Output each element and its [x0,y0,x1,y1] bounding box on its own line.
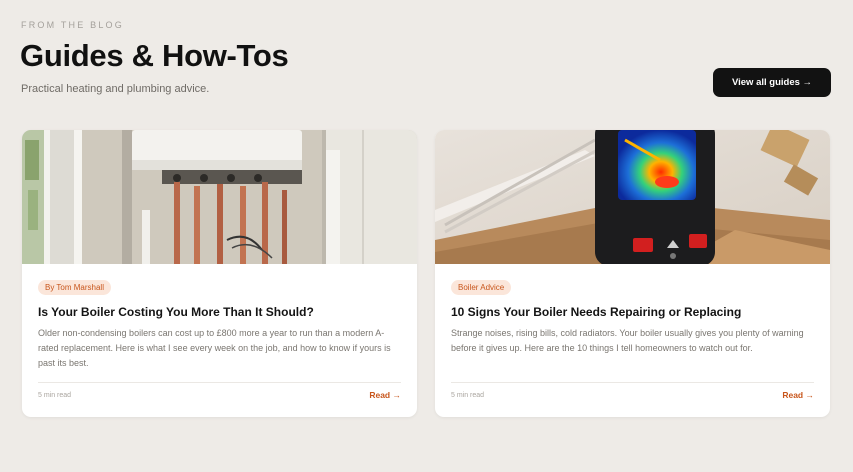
read-time: 5 min read [451,392,485,399]
boiler-installation-photo[interactable] [22,130,417,264]
read-time: 5 min read [38,392,72,399]
card-divider [451,382,814,383]
section-subtitle: Practical heating and plumbing advice. [21,83,210,95]
card-divider [38,382,401,383]
article-title[interactable]: Is Your Boiler Costing You More Than It … [38,305,403,319]
section-eyebrow: FROM THE BLOG [21,20,124,30]
article-title[interactable]: 10 Signs Your Boiler Needs Repairing or … [451,305,816,319]
thermal-camera-photo[interactable] [435,130,830,264]
article-card[interactable]: Boiler Advice 10 Signs Your Boiler Needs… [435,130,830,417]
read-article-link[interactable]: Read → [369,390,401,400]
article-author-tag: By Tom Marshall [38,280,111,295]
section-title: Guides & How-Tos [20,38,289,73]
article-category-tag: Boiler Advice [451,280,512,295]
article-excerpt: Older non-condensing boilers can cost up… [38,328,391,368]
read-article-link[interactable]: Read → [782,390,814,400]
view-all-guides-button[interactable]: View all guides → [713,68,831,97]
article-excerpt: Strange noises, rising bills, cold radia… [451,328,804,353]
article-card[interactable]: By Tom Marshall Is Your Boiler Costing Y… [22,130,417,417]
